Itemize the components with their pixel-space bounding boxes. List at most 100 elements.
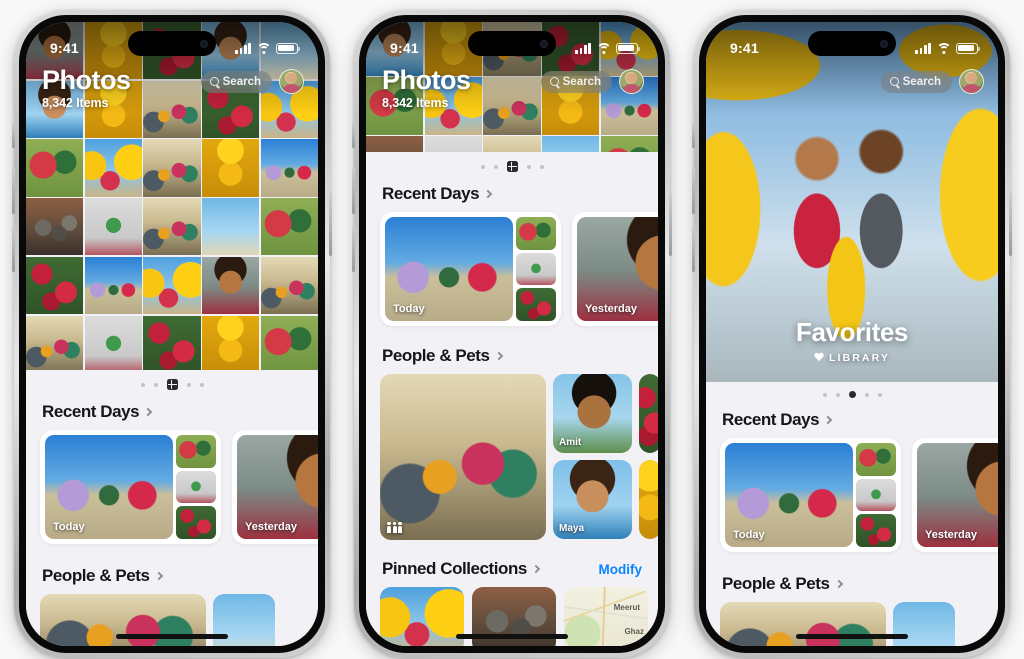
page-dot[interactable] <box>186 382 191 387</box>
people-group-tile[interactable] <box>720 602 886 646</box>
section-header-people-pets[interactable]: People & Pets <box>26 544 318 594</box>
section-header-recent-days[interactable]: Recent Days <box>706 404 998 438</box>
person-tile[interactable] <box>639 374 658 454</box>
volume-down-button[interactable] <box>352 226 355 272</box>
photo-grid-cell[interactable] <box>366 136 424 152</box>
modify-button[interactable]: Modify <box>599 562 643 577</box>
page-dot[interactable] <box>199 382 204 387</box>
photo-grid-cell[interactable] <box>260 315 318 370</box>
person-tile-amit[interactable]: Amit <box>553 374 632 454</box>
favorites-hero[interactable]: Search Favorites LIBRARY <box>706 22 998 382</box>
front-camera-icon <box>540 39 548 48</box>
volume-up-button[interactable] <box>12 168 15 214</box>
recent-day-card-today[interactable]: Today <box>720 438 901 553</box>
photo-grid-cell[interactable] <box>26 256 84 315</box>
page-dot-active[interactable] <box>848 391 856 398</box>
dynamic-island <box>128 31 216 56</box>
photo-grid-cell[interactable] <box>84 315 142 370</box>
volume-down-button[interactable] <box>12 226 15 272</box>
people-pets-row[interactable] <box>706 602 998 646</box>
page-indicator[interactable] <box>26 370 318 396</box>
recent-day-card-yesterday[interactable]: Yesterday <box>572 212 658 327</box>
photo-grid-cell[interactable] <box>26 139 84 197</box>
photo-grid-cell[interactable] <box>202 256 260 315</box>
photo-grid-cell[interactable] <box>542 136 600 152</box>
person-tile-maya[interactable]: Maya <box>553 460 632 540</box>
silence-switch[interactable] <box>692 122 695 148</box>
photo-grid-cell[interactable] <box>143 198 201 256</box>
photo-grid-cell[interactable] <box>424 136 482 152</box>
photo-grid-cell[interactable] <box>483 136 541 152</box>
volume-down-button[interactable] <box>692 226 695 272</box>
pinned-collection-tile[interactable] <box>380 587 464 646</box>
section-header-people-pets[interactable]: People & Pets <box>366 326 658 374</box>
people-pets-row[interactable]: Amit Maya <box>366 374 658 541</box>
map-label: Meerut <box>613 603 640 613</box>
page-dot[interactable] <box>822 392 827 397</box>
page-dot[interactable] <box>539 164 544 169</box>
page-dot-active-grid[interactable] <box>506 161 518 172</box>
photo-grid-cell[interactable] <box>202 198 260 256</box>
search-button[interactable]: Search <box>540 70 612 93</box>
photo-grid-cell[interactable] <box>260 139 318 197</box>
page-dot[interactable] <box>493 164 498 169</box>
pinned-collection-map-tile[interactable]: Meerut Ghaz <box>564 587 648 646</box>
power-button[interactable] <box>669 192 672 256</box>
page-dot[interactable] <box>864 392 869 397</box>
people-group-tile[interactable] <box>380 374 546 541</box>
section-header-pinned-collections[interactable]: Pinned Collections Modify <box>366 540 658 587</box>
search-button[interactable]: Search <box>200 70 272 93</box>
profile-avatar[interactable] <box>959 69 984 94</box>
recent-days-row[interactable]: Today Yesterday <box>26 430 318 545</box>
page-dot[interactable] <box>140 382 145 387</box>
recent-day-card-yesterday[interactable]: Yesterday <box>912 438 998 553</box>
profile-avatar[interactable] <box>279 69 304 94</box>
photo-grid-cell[interactable] <box>26 198 84 256</box>
photo-grid-cell[interactable] <box>143 315 201 370</box>
page-indicator[interactable] <box>366 152 658 178</box>
photo-grid-cell[interactable] <box>143 256 201 315</box>
person-tile[interactable] <box>639 460 658 540</box>
photo-grid-cell[interactable] <box>260 256 318 315</box>
recent-day-card-today[interactable]: Today <box>380 212 561 327</box>
page-dot-active-grid[interactable] <box>166 379 178 390</box>
photo-grid-cell[interactable] <box>84 139 142 197</box>
photo-grid-cell[interactable] <box>26 315 84 370</box>
home-indicator[interactable] <box>116 634 228 639</box>
photo-grid-cell[interactable] <box>600 136 658 152</box>
page-dot[interactable] <box>153 382 158 387</box>
volume-up-button[interactable] <box>692 168 695 214</box>
power-button[interactable] <box>329 192 332 256</box>
silence-switch[interactable] <box>352 122 355 148</box>
page-dot[interactable] <box>526 164 531 169</box>
photo-grid-cell[interactable] <box>202 139 260 197</box>
page-dot[interactable] <box>877 392 882 397</box>
recent-days-row[interactable]: Today Yesterday <box>706 438 998 553</box>
recent-days-row[interactable]: Today Yesterday <box>366 212 658 327</box>
person-tile[interactable] <box>893 602 955 646</box>
home-indicator[interactable] <box>796 634 908 639</box>
photo-grid-cell[interactable] <box>143 139 201 197</box>
power-button[interactable] <box>1009 192 1012 256</box>
section-header-people-pets[interactable]: People & Pets <box>706 552 998 602</box>
people-face-column-partial <box>639 374 658 540</box>
photo-grid-cell[interactable] <box>84 256 142 315</box>
volume-up-button[interactable] <box>352 168 355 214</box>
favorites-title: Favorites <box>795 317 908 347</box>
profile-avatar[interactable] <box>619 69 644 94</box>
page-dot[interactable] <box>835 392 840 397</box>
photo-grid-cell[interactable] <box>202 315 260 370</box>
silence-switch[interactable] <box>12 122 15 148</box>
search-button[interactable]: Search <box>880 70 952 93</box>
recent-day-card-yesterday[interactable]: Yesterday <box>232 430 318 545</box>
photo-grid-cell[interactable] <box>260 198 318 256</box>
home-indicator[interactable] <box>456 634 568 639</box>
recent-day-card-today[interactable]: Today <box>40 430 221 545</box>
photo-grid-cell[interactable] <box>84 198 142 256</box>
page-indicator[interactable] <box>706 382 998 404</box>
section-title: People & Pets <box>722 574 830 594</box>
section-header-recent-days[interactable]: Recent Days <box>26 396 318 430</box>
section-header-recent-days[interactable]: Recent Days <box>366 178 658 212</box>
header-titles: Photos 8,342 Items <box>382 66 471 110</box>
page-dot[interactable] <box>480 164 485 169</box>
